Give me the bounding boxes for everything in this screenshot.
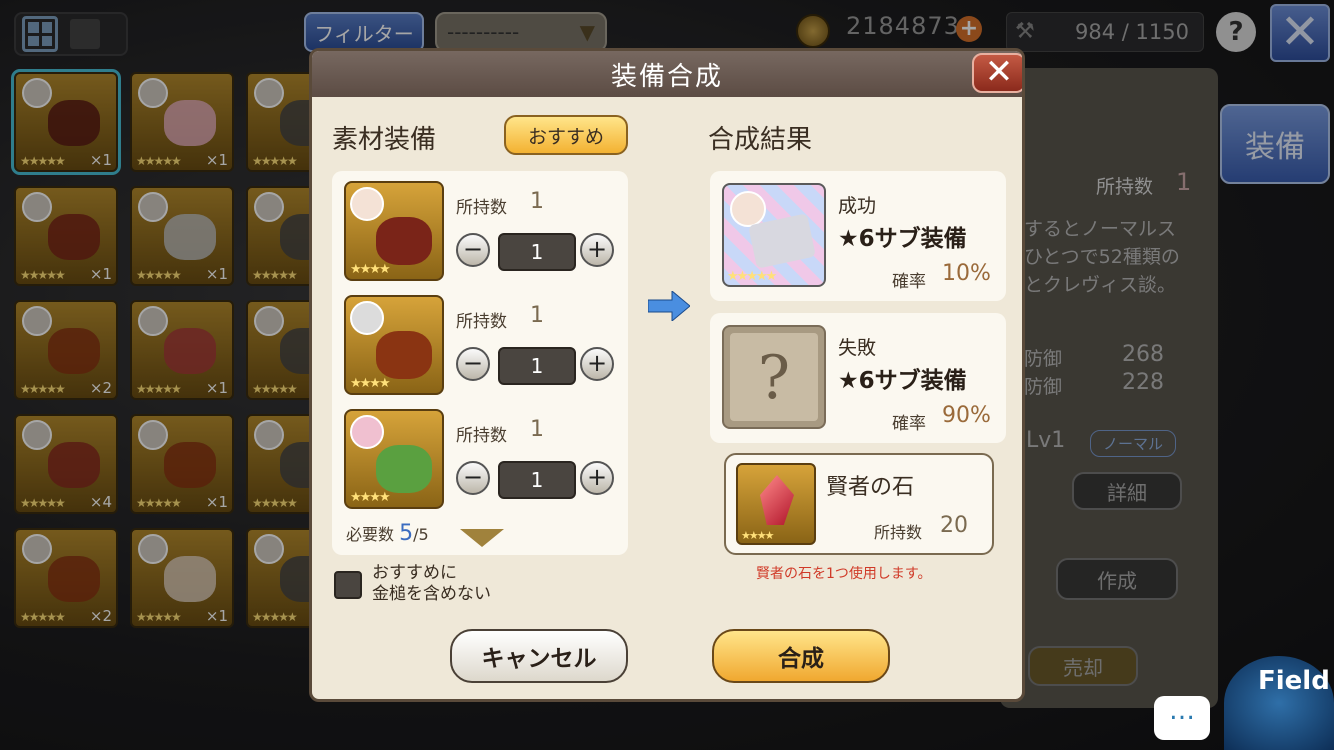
field-button[interactable]: Field — [1224, 656, 1334, 750]
results-heading: 合成結果 — [708, 125, 813, 155]
frog-item-icon — [376, 445, 432, 493]
synthesize-button[interactable]: 合成 — [712, 629, 890, 683]
star-rating: ★★★★ — [741, 529, 774, 542]
failure-result: ? 失敗 ★6サブ装備 確率 90% — [710, 313, 1006, 443]
quantity-field[interactable]: 1 — [498, 461, 576, 499]
sage-stone-icon: ★★★★ — [736, 463, 816, 545]
star-rating: ★★★★ — [350, 376, 391, 391]
success-item-icon[interactable]: ★★★★★ — [722, 183, 826, 287]
arrow-right-icon — [648, 291, 690, 321]
sage-stone-card[interactable]: ★★★★ 賢者の石 所持数 20 — [724, 453, 994, 555]
character-avatar — [350, 187, 384, 221]
decrement-button[interactable]: − — [456, 347, 490, 381]
exclude-hammer-checkbox[interactable] — [334, 571, 362, 599]
question-mark-icon: ? — [730, 333, 818, 421]
synthesis-dialog: 装備合成 ✕ 素材装備 おすすめ 合成結果 ★★★★ 所持数 1 − 1 + ★… — [309, 48, 1025, 702]
failure-rate: 90% — [942, 403, 991, 428]
material-row: ★★★★ 所持数 1 − 1 + — [344, 295, 624, 395]
failure-item-name: ★6サブ装備 — [838, 368, 967, 394]
owned-count: 1 — [530, 303, 544, 328]
red-crystal-icon — [760, 475, 794, 525]
success-result: ★★★★★ 成功 ★6サブ装備 確率 10% — [710, 171, 1006, 301]
decrement-button[interactable]: − — [456, 233, 490, 267]
recommend-button[interactable]: おすすめ — [504, 115, 628, 155]
success-rate: 10% — [942, 261, 991, 286]
boar-item-icon — [376, 217, 432, 265]
increment-button[interactable]: + — [580, 233, 614, 267]
required-label: 必要数 — [346, 525, 395, 544]
dialog-title: 装備合成 — [312, 51, 1022, 97]
increment-button[interactable]: + — [580, 347, 614, 381]
increment-button[interactable]: + — [580, 461, 614, 495]
materials-heading: 素材装備 — [332, 125, 437, 155]
sage-stone-name: 賢者の石 — [826, 475, 915, 500]
required-current: 5 — [399, 521, 414, 546]
owned-count: 1 — [530, 417, 544, 442]
success-label: 成功 — [838, 195, 877, 217]
material-row: ★★★★ 所持数 1 − 1 + — [344, 409, 624, 509]
chat-bubble-icon[interactable]: … — [1154, 696, 1210, 740]
quantity-field[interactable]: 1 — [498, 347, 576, 385]
character-avatar — [350, 415, 384, 449]
decrement-button[interactable]: − — [456, 461, 490, 495]
owned-label: 所持数 — [456, 426, 507, 446]
quantity-field[interactable]: 1 — [498, 233, 576, 271]
star-rating: ★★★★★ — [727, 269, 777, 284]
star-rating: ★★★★ — [350, 490, 391, 505]
character-avatar — [730, 191, 766, 227]
material-icon[interactable]: ★★★★ — [344, 181, 444, 281]
material-list: ★★★★ 所持数 1 − 1 + ★★★★ 所持数 1 − 1 + ★★★★ 所… — [332, 171, 628, 555]
character-avatar — [350, 301, 384, 335]
failure-rate-label: 確率 — [892, 414, 926, 434]
required-count: 必要数 5/5 — [346, 521, 429, 546]
material-row: ★★★★ 所持数 1 − 1 + — [344, 181, 624, 281]
star-rating: ★★★★ — [350, 262, 391, 277]
owned-label: 所持数 — [456, 312, 507, 332]
failure-label: 失敗 — [838, 337, 877, 359]
required-total: /5 — [413, 525, 429, 544]
dialog-close-button[interactable]: ✕ — [972, 53, 1022, 93]
exclude-hammer-label: おすすめに 金槌を含めない — [372, 563, 491, 604]
stone-usage-notice: 賢者の石を1つ使用します。 — [756, 566, 932, 582]
owned-count: 20 — [940, 513, 968, 538]
owned-label: 所持数 — [874, 523, 923, 542]
success-rate-label: 確率 — [892, 272, 926, 292]
success-item-name: ★6サブ装備 — [838, 226, 967, 252]
pouch-item-icon — [376, 331, 432, 379]
unknown-item-icon: ? — [722, 325, 826, 429]
owned-count: 1 — [530, 189, 544, 214]
scroll-down-icon[interactable] — [460, 529, 504, 547]
material-icon[interactable]: ★★★★ — [344, 295, 444, 395]
material-icon[interactable]: ★★★★ — [344, 409, 444, 509]
owned-label: 所持数 — [456, 198, 507, 218]
cancel-button[interactable]: キャンセル — [450, 629, 628, 683]
